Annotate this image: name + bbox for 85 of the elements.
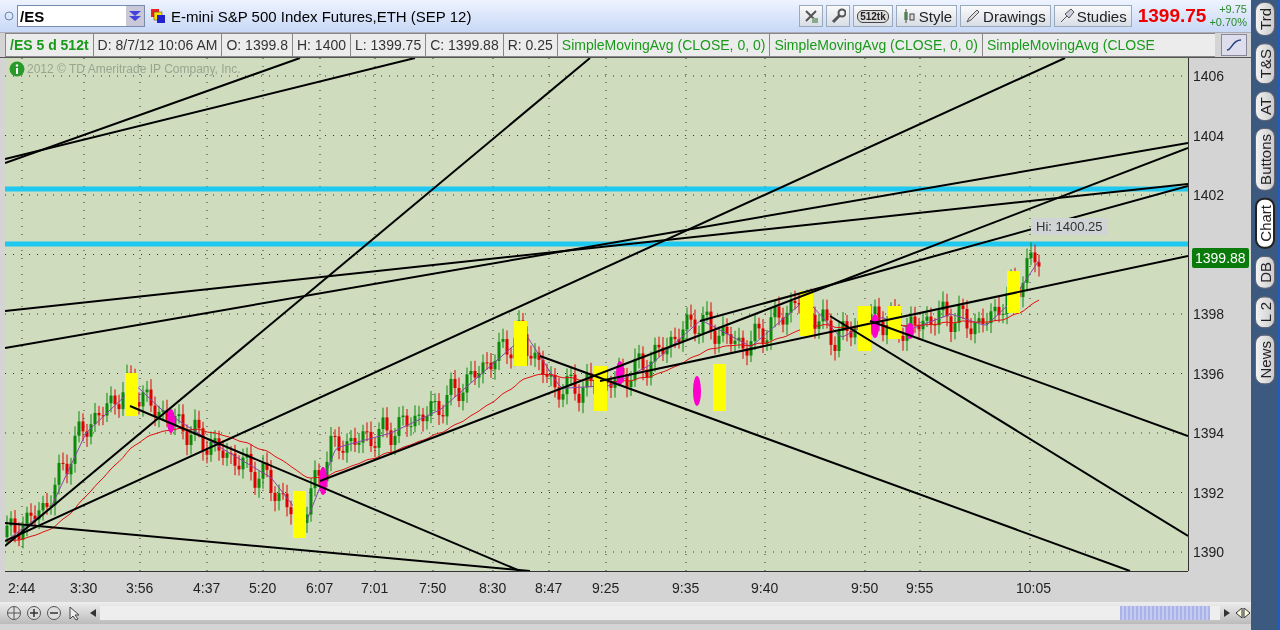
scrollbar-thumb[interactable] (1120, 606, 1210, 620)
wrench-button[interactable] (826, 5, 851, 27)
side-tab[interactable]: T&S (1254, 42, 1275, 85)
toolbar-button[interactable]: Studies (1053, 5, 1132, 27)
side-tab[interactable]: Trd (1254, 2, 1275, 36)
expand-arrows-icon (1235, 608, 1251, 618)
time-axis-label: 9:55 (906, 580, 934, 596)
time-axis-label: 9:50 (851, 580, 879, 596)
chart-symbol-label: /ES 5 d 512t (5, 33, 93, 57)
price-axis-label: 1398 (1192, 305, 1226, 323)
tools-button[interactable] (799, 5, 824, 27)
high-price-tooltip: Hi: 1400.25 (1031, 218, 1108, 235)
signal-ellipse (906, 323, 914, 339)
zoom-in-icon (25, 605, 42, 621)
dropdown-button[interactable] (126, 6, 144, 26)
price-axis-label: 1396 (1192, 364, 1226, 383)
ohlc-value: D: 8/7/12 10:06 AM (92, 33, 222, 57)
last-price: 1399.75 (1137, 5, 1207, 27)
zoom-out-button[interactable] (44, 603, 63, 623)
price-axis-label: 1402 (1192, 186, 1226, 204)
zoom-in-button[interactable] (24, 603, 43, 623)
radio-icon (4, 11, 14, 21)
side-tab[interactable]: Chart (1254, 198, 1275, 249)
wrench-icon (830, 8, 847, 24)
side-tab[interactable]: News (1254, 334, 1275, 385)
instrument-title: E-mini S&P 500 Index Futures,ETH (SEP 12) (171, 7, 472, 25)
ohlc-value: H: 1400 (291, 33, 350, 57)
crosshair-icon (5, 605, 22, 621)
percent-change: +0.70% (1209, 16, 1247, 29)
time-axis-label: 8:30 (479, 580, 507, 596)
net-change: +9.75 (1219, 3, 1247, 16)
pencil-icon (965, 8, 982, 24)
ohlc-value: L: 1399.75 (350, 33, 426, 57)
chart-style-button[interactable] (1221, 34, 1247, 56)
highlight-bar (293, 491, 306, 538)
price-axis-label: 1390 (1192, 543, 1226, 561)
highlight-bar (800, 291, 813, 336)
horizontal-scrollbar[interactable] (90, 606, 1230, 620)
signal-ellipse (616, 361, 624, 385)
zoom-out-icon (45, 605, 62, 621)
highlight-bar (713, 364, 726, 411)
signal-ellipse (167, 409, 175, 433)
price-axis-label: 1392 (1192, 483, 1226, 502)
left-arrow-icon (90, 609, 96, 617)
toolbar-button[interactable]: Style (895, 5, 958, 27)
time-axis-label: 10:05 (1016, 580, 1052, 596)
highlight-bar (125, 373, 138, 416)
signal-ellipse (693, 376, 701, 406)
current-price-badge: 1399.88 (1192, 248, 1249, 269)
time-axis-label: 4:37 (193, 580, 221, 596)
highlight-bar (514, 321, 527, 366)
tools-icon (803, 8, 820, 24)
side-tab[interactable]: DB (1254, 255, 1275, 289)
symbol-field[interactable]: /ES (17, 5, 145, 27)
price-axis-label: 1406 (1192, 67, 1226, 85)
time-axis-label: 9:35 (672, 580, 700, 596)
ohlc-value: R: 0.25 (502, 33, 557, 57)
signal-ellipse (871, 314, 879, 338)
time-axis-label: 5:20 (249, 580, 277, 596)
double-caret-icon (128, 9, 142, 23)
highlight-bar (1007, 271, 1020, 313)
ohlc-value: O: 1399.8 (221, 33, 292, 57)
time-axis-label: 2:44 (8, 580, 36, 596)
time-axis-label: 7:50 (419, 580, 447, 596)
brush-icon (1058, 8, 1075, 24)
squares-icon (150, 8, 166, 24)
time-axis-label: 9:25 (592, 580, 620, 596)
ohlc-value: C: 1399.88 (425, 33, 503, 57)
time-axis-label: 3:30 (70, 580, 98, 596)
price-axis-label: 1394 (1192, 424, 1226, 442)
time-axis-label: 8:47 (535, 580, 563, 596)
curve-icon (1226, 38, 1242, 52)
crosshair-button[interactable] (4, 603, 23, 623)
right-arrow-icon (1224, 609, 1230, 617)
side-tab[interactable]: Buttons (1254, 128, 1275, 192)
time-axis-label: 9:40 (751, 580, 779, 596)
price-axis-label: 1404 (1192, 126, 1226, 145)
signal-ellipse (319, 467, 327, 495)
time-axis-label: 3:56 (126, 580, 154, 596)
time-axis-label: 6:07 (306, 580, 334, 596)
time-axis-label: 7:01 (361, 580, 389, 596)
toolbar-button[interactable]: Drawings (960, 5, 1051, 27)
side-tab[interactable]: L 2 (1254, 295, 1275, 328)
info-icon (9, 61, 25, 77)
side-tab[interactable]: AT (1254, 91, 1275, 122)
